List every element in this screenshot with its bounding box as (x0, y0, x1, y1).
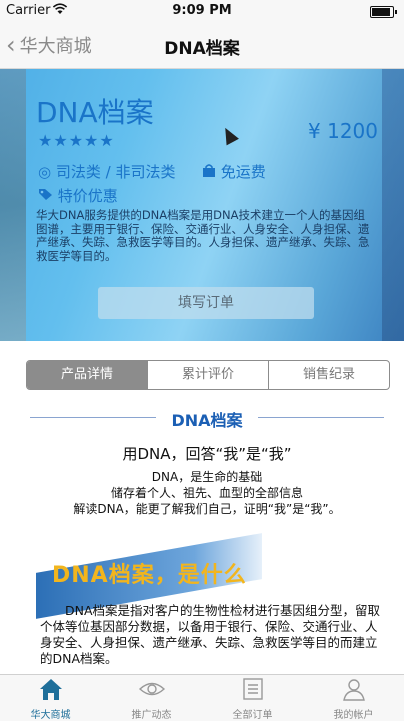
tabbar-promotions[interactable]: 推广动态 (101, 675, 202, 721)
mouse-cursor-icon (219, 124, 239, 146)
intro-line: DNA，是生命的基础 (151, 470, 263, 484)
detail-paragraph: DNA档案是指对客户的生物性检材进行基因组分型，留取个体等位基因部分数据，以备用… (40, 603, 381, 666)
tabbar-label: 全部订单 (232, 710, 273, 721)
fill-order-button[interactable]: 填写订单 (98, 287, 314, 319)
banner-text: DNA档案，是什么 (52, 563, 247, 588)
intro-line: 储存着个人、祖先、血型的全部信息 (110, 486, 303, 500)
bottom-tab-bar: 华大商城 推广动态 全部订单 我的帐户 (0, 674, 404, 721)
bag-icon (202, 163, 221, 181)
detail-content: DNA档案 用DNA，回答“我”是“我” DNA，是生命的基础 储存着个人、祖先… (26, 399, 388, 674)
product-title: DNA档案 (36, 96, 154, 129)
section-header: DNA档案 (26, 407, 388, 430)
user-icon (303, 677, 404, 701)
tab-reviews[interactable]: 累计评价 (147, 361, 268, 389)
intro-line: 解读DNA，能更了解我们自己，证明“我”是“我”。 (73, 502, 341, 516)
section-title: DNA档案 (171, 411, 243, 430)
tabbar-label: 华大商城 (30, 710, 71, 721)
promo-label: 特价优惠 (57, 187, 118, 205)
hero-right-decoration (382, 69, 404, 341)
status-bar: Carrier 9:09 PM (0, 0, 404, 22)
tag-icon (38, 187, 58, 205)
product-hero: DNA档案 ★★★★★ ¥ 1200 ◎ 司法类 / 非司法类 免运费 特价优惠… (0, 69, 404, 341)
detail-tabs: 产品详情 累计评价 销售纪录 (26, 360, 390, 390)
home-icon (0, 677, 101, 701)
list-icon (202, 677, 303, 701)
product-description: 华大DNA服务提供的DNA档案是用DNA技术建立一个人的基因组图谱，主要用于银行… (36, 208, 370, 263)
tabbar-home[interactable]: 华大商城 (0, 675, 101, 721)
what-is-banner: DNA档案，是什么 (36, 533, 266, 619)
shipping-label: 免运费 (220, 163, 266, 181)
product-price: ¥ 1200 (308, 119, 378, 143)
battery-icon (370, 6, 397, 18)
status-time: 9:09 PM (172, 3, 232, 18)
eye-icon (101, 677, 202, 701)
promo-info: 特价优惠 (38, 185, 118, 206)
target-icon: ◎ (38, 163, 52, 181)
category-label: 司法类 / 非司法类 (55, 163, 176, 181)
shipping-info: 免运费 (202, 161, 266, 182)
tabbar-label: 推广动态 (131, 710, 172, 721)
hero-left-decoration (0, 69, 26, 341)
intro-lines: DNA，是生命的基础 储存着个人、祖先、血型的全部信息 解读DNA，能更了解我们… (26, 469, 388, 517)
page-title: DNA档案 (164, 39, 240, 59)
navigation-bar: ‹ 华大商城 DNA档案 (0, 22, 404, 69)
product-category: ◎ 司法类 / 非司法类 (38, 161, 175, 182)
tagline: 用DNA，回答“我”是“我” (122, 445, 292, 463)
tabbar-orders[interactable]: 全部订单 (202, 675, 303, 721)
tabbar-label: 我的帐户 (333, 710, 374, 721)
tab-product-details[interactable]: 产品详情 (27, 361, 147, 389)
rating-stars: ★★★★★ (38, 131, 115, 150)
tabbar-account[interactable]: 我的帐户 (303, 675, 404, 721)
tab-sales-records[interactable]: 销售纪录 (268, 361, 389, 389)
